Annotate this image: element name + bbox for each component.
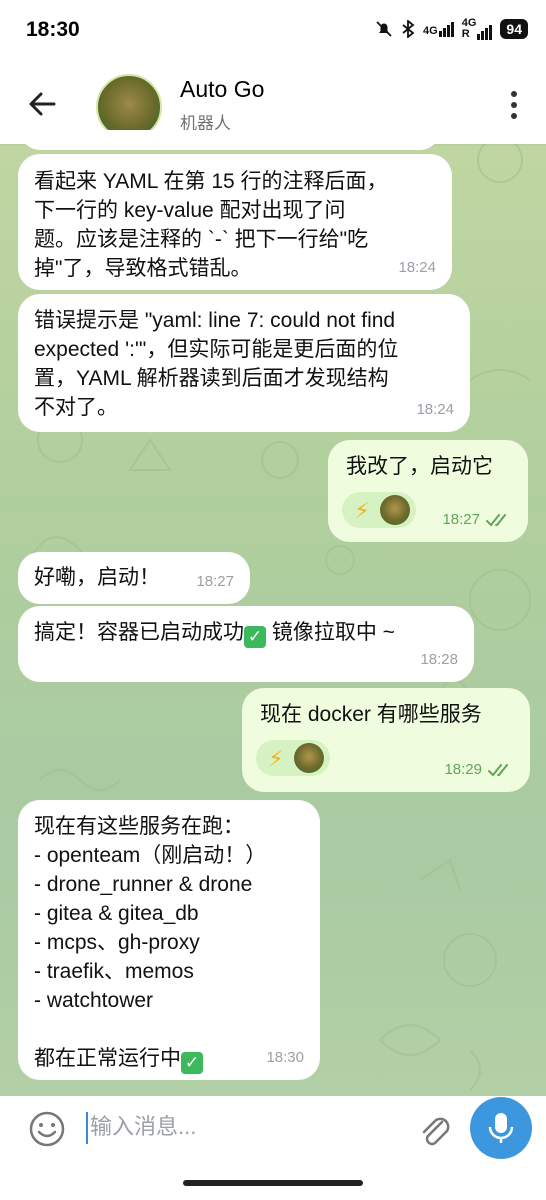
message-bubble-outgoing[interactable]: 我改了，启动它 ⚡ 18:27	[328, 440, 528, 542]
reaction-avatar	[294, 743, 324, 773]
text-caret	[86, 1112, 88, 1144]
signal-1-icon: 4G	[423, 21, 454, 37]
status-bar: 18:30 4G 4G R 94	[0, 0, 546, 64]
message-time: 18:29	[444, 755, 514, 784]
lightning-icon: ⚡	[268, 745, 284, 771]
check-mark-icon: ✓	[244, 626, 266, 648]
message-time: 18:24	[398, 259, 436, 276]
message-bubble[interactable]: 搞定！容器已启动成功 ✓ 镜像拉取中 ~ 18:28	[18, 606, 474, 682]
message-time: 18:27	[442, 505, 512, 534]
check-mark-icon: ✓	[181, 1052, 203, 1074]
message-text: 看起来 YAML 在第 15 行的注释后面， 下一行的 key-value 配对…	[34, 170, 388, 280]
message-composer: 输入消息...	[0, 1096, 546, 1200]
lightning-icon: ⚡	[354, 497, 370, 523]
back-arrow-icon[interactable]	[24, 86, 60, 122]
more-vertical-icon[interactable]	[504, 88, 524, 122]
signal-2-icon: 4G R	[462, 18, 493, 40]
gesture-nav-handle[interactable]	[183, 1180, 363, 1186]
status-icons: 4G 4G R 94	[375, 18, 528, 40]
message-bubble[interactable]: 看起来 YAML 在第 15 行的注释后面， 下一行的 key-value 配对…	[18, 154, 452, 290]
reaction-chip[interactable]: ⚡	[342, 492, 416, 528]
double-check-icon	[488, 763, 508, 776]
microphone-button[interactable]	[470, 1097, 532, 1159]
paperclip-icon[interactable]	[416, 1108, 452, 1150]
message-bubble[interactable]: 错误提示是 "yaml: line 7: could not find expe…	[18, 294, 470, 432]
mute-bell-icon	[376, 21, 392, 37]
microphone-icon	[488, 1113, 514, 1143]
message-bubble[interactable]: 好嘞，启动！ 18:27	[18, 552, 250, 604]
message-time: 18:24	[416, 401, 454, 418]
message-text: 现在 docker 有哪些服务	[260, 703, 482, 726]
emoji-icon[interactable]	[28, 1110, 66, 1148]
message-bubble-outgoing[interactable]: 现在 docker 有哪些服务 ⚡ 18:29	[242, 688, 530, 792]
message-text: 搞定！容器已启动成功 ✓ 镜像拉取中 ~	[34, 621, 395, 648]
double-check-icon	[486, 513, 506, 526]
reaction-avatar	[380, 495, 410, 525]
message-bubble-partial	[20, 130, 440, 150]
message-bubble[interactable]: 现在有这些服务在跑： - openteam（刚启动！） - drone_runn…	[18, 800, 320, 1080]
message-time: 18:28	[420, 651, 458, 668]
message-text: 现在有这些服务在跑： - openteam（刚启动！） - drone_runn…	[34, 815, 267, 1074]
status-time: 18:30	[26, 18, 80, 41]
chat-title[interactable]: Auto Go	[180, 76, 264, 103]
message-input[interactable]: 输入消息...	[90, 1109, 196, 1141]
battery-indicator: 94	[500, 19, 528, 39]
message-text: 我改了，启动它	[346, 455, 493, 478]
message-time: 18:27	[196, 573, 234, 590]
message-text: 错误提示是 "yaml: line 7: could not find expe…	[34, 309, 399, 419]
reaction-chip[interactable]: ⚡	[256, 740, 330, 776]
message-time: 18:30	[266, 1049, 304, 1066]
bluetooth-icon	[402, 20, 415, 38]
